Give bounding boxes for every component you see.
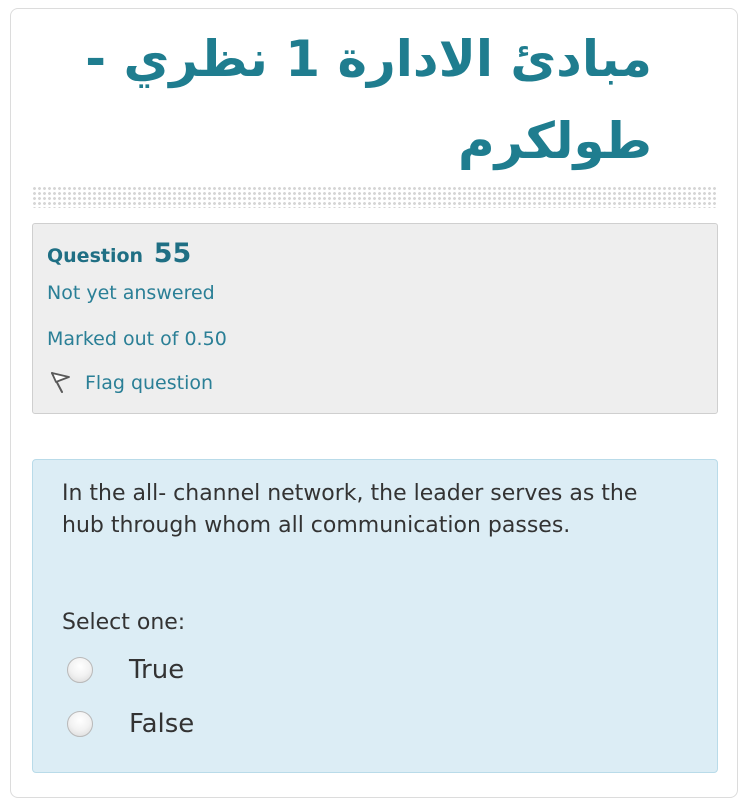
question-heading: Question 55 [47,238,191,269]
question-state: Not yet answered [47,282,215,304]
radio-button-true[interactable] [67,657,93,683]
answer-label-true: True [129,655,185,685]
course-title: مبادئ الادارة 1 نظري - طولكرم [85,30,652,170]
question-formulation: In the all- channel network, the leader … [32,459,718,773]
answer-label-false: False [129,709,195,739]
answer-option-false[interactable]: False [67,709,194,739]
flag-question-label: Flag question [85,372,214,394]
question-info-box: Question 55 Not yet answered Marked out … [32,223,718,414]
question-label: Question [47,245,144,267]
flag-outline-icon [47,370,73,396]
dotted-divider [32,186,716,208]
answer-prompt: Select one: [62,610,186,635]
radio-button-false[interactable] [67,711,93,737]
question-grade: Marked out of 0.50 [47,328,227,350]
answer-option-true[interactable]: True [67,655,184,685]
question-text: In the all- channel network, the leader … [62,481,638,538]
question-number: 55 [153,238,192,269]
flag-question-link[interactable]: Flag question [47,370,213,396]
